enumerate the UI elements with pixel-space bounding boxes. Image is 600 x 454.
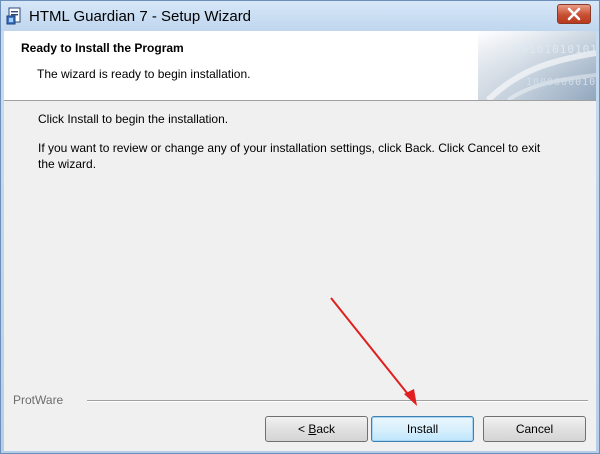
- installer-icon: [6, 7, 21, 25]
- wizard-header: 1010101010101 10000000100 Ready to Insta…: [4, 31, 596, 101]
- window-close-button[interactable]: [557, 4, 591, 24]
- back-rest: ack: [316, 422, 336, 436]
- banner-binary-top: 1010101010101: [514, 43, 596, 56]
- setup-wizard-window: HTML Guardian 7 - Setup Wizard 101010101…: [0, 0, 600, 454]
- close-icon: [567, 7, 581, 21]
- install-button[interactable]: Install: [371, 416, 474, 442]
- separator-line: [87, 400, 588, 402]
- back-button[interactable]: < Back: [265, 416, 368, 442]
- install-button-label: Install: [406, 422, 439, 436]
- page-title: Ready to Install the Program: [21, 41, 184, 55]
- review-instruction: If you want to review or change any of y…: [38, 141, 541, 171]
- back-button-label: < Back: [298, 422, 335, 436]
- cancel-button[interactable]: Cancel: [483, 416, 586, 442]
- title-bar[interactable]: HTML Guardian 7 - Setup Wizard: [1, 1, 599, 31]
- brand-label: ProtWare: [13, 393, 64, 407]
- page-subtitle: The wizard is ready to begin installatio…: [37, 67, 251, 81]
- wizard-client-area: 1010101010101 10000000100 Ready to Insta…: [4, 31, 596, 451]
- window-title: HTML Guardian 7 - Setup Wizard: [29, 8, 252, 25]
- install-instruction: Click Install to begin the installation.: [38, 112, 229, 126]
- banner-binary-bottom: 10000000100: [526, 77, 596, 88]
- back-prefix: <: [297, 422, 309, 436]
- brand-separator: ProtWare: [4, 391, 596, 407]
- cancel-button-label: Cancel: [515, 422, 554, 436]
- banner-graphic: [478, 31, 596, 100]
